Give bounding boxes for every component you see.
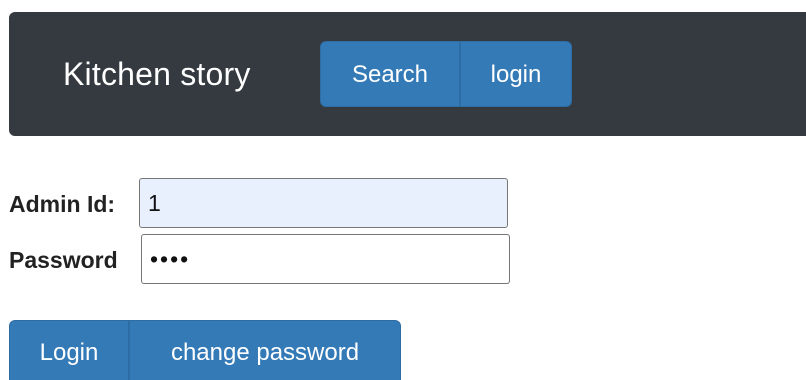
- password-input[interactable]: [141, 234, 510, 284]
- change-password-button[interactable]: change password: [129, 320, 401, 380]
- admin-id-label: Admin Id:: [9, 191, 116, 217]
- login-button[interactable]: Login: [9, 320, 129, 380]
- brand-title[interactable]: Kitchen story: [63, 50, 251, 98]
- navbar: Kitchen story Search login: [9, 12, 806, 136]
- nav-login-button[interactable]: login: [460, 41, 572, 107]
- admin-id-input[interactable]: [139, 178, 508, 228]
- search-button[interactable]: Search: [320, 41, 460, 107]
- page: Kitchen story Search login Admin Id: Pas…: [0, 0, 806, 380]
- password-label: Password: [9, 247, 118, 273]
